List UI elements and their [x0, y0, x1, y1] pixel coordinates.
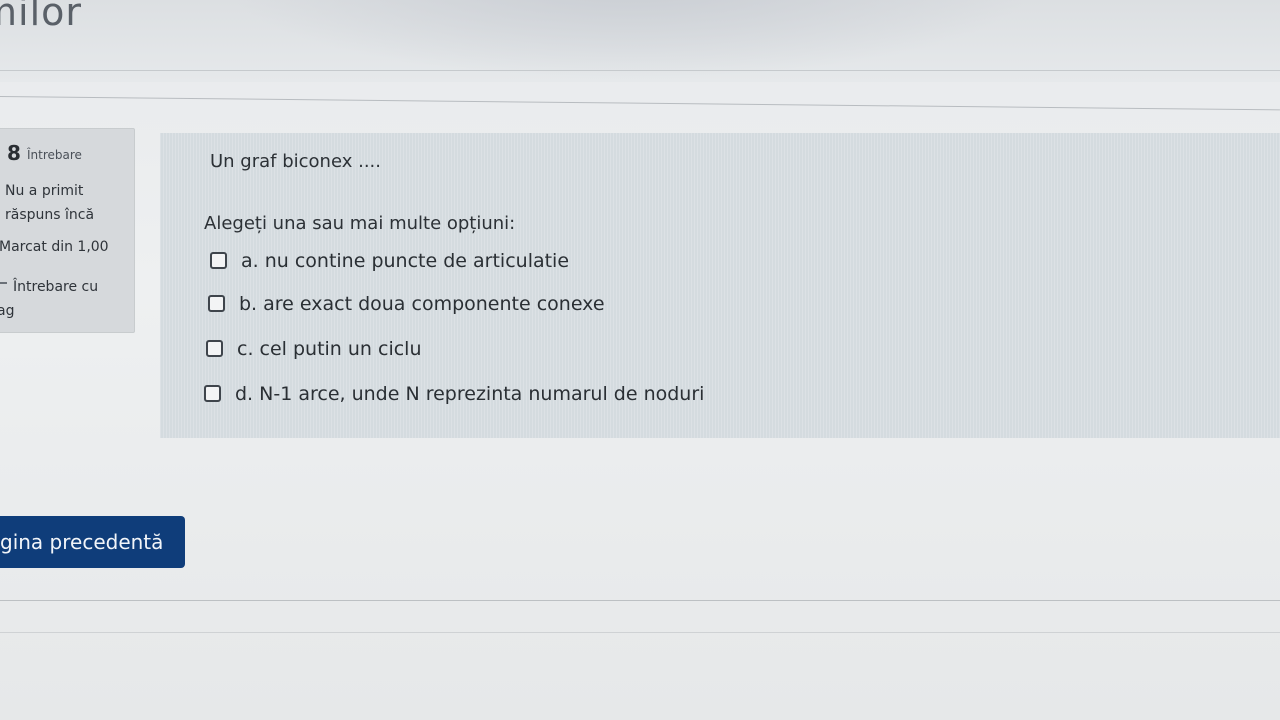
question-content: Un graf biconex .... Alegeți una sau mai… [160, 133, 1280, 438]
flag-icon [0, 282, 7, 291]
page-title: milor [0, 0, 83, 34]
flag-label: Întrebare cu [13, 279, 99, 295]
option-checkbox[interactable] [206, 340, 223, 357]
question-number: 8 [7, 141, 21, 165]
answer-option-c[interactable]: c. cel putin un ciclu [206, 338, 422, 360]
divider [0, 600, 1280, 601]
answer-prompt: Alegeți una sau mai multe opțiuni: [204, 213, 516, 234]
divider [0, 632, 1280, 633]
divider [0, 96, 1280, 111]
question-text: Un graf biconex .... [210, 151, 381, 172]
answer-option-d[interactable]: d. N-1 arce, unde N reprezinta numarul d… [204, 383, 704, 405]
previous-page-button[interactable]: gina precedentă [0, 516, 185, 568]
header-decoration [220, 0, 1040, 80]
quiz-page: milor 8 Întrebare Nu a primit răspuns în… [0, 0, 1280, 720]
flag-label-line2: ag [0, 303, 15, 319]
question-grade: Marcat din 1,00 [0, 239, 109, 255]
option-label: a. nu contine puncte de articulatie [241, 250, 570, 272]
question-state-line: Nu a primit [5, 183, 84, 199]
answer-option-b[interactable]: b. are exact doua componente conexe [208, 293, 605, 315]
question-state-line: răspuns încă [5, 207, 95, 223]
option-checkbox[interactable] [210, 252, 227, 269]
divider [0, 70, 1280, 71]
option-label: c. cel putin un ciclu [237, 338, 422, 360]
option-checkbox[interactable] [204, 385, 221, 402]
question-state: Nu a primit răspuns încă [5, 179, 133, 227]
flag-question-link[interactable]: Întrebare cu ag [0, 275, 98, 323]
option-checkbox[interactable] [208, 295, 225, 312]
answer-option-a[interactable]: a. nu contine puncte de articulatie [210, 250, 569, 272]
option-label: d. N-1 arce, unde N reprezinta numarul d… [235, 383, 705, 405]
question-number-label: Întrebare [27, 148, 82, 162]
option-label: b. are exact doua componente conexe [239, 293, 605, 315]
question-info-panel: 8 Întrebare Nu a primit răspuns încă Mar… [0, 128, 135, 333]
